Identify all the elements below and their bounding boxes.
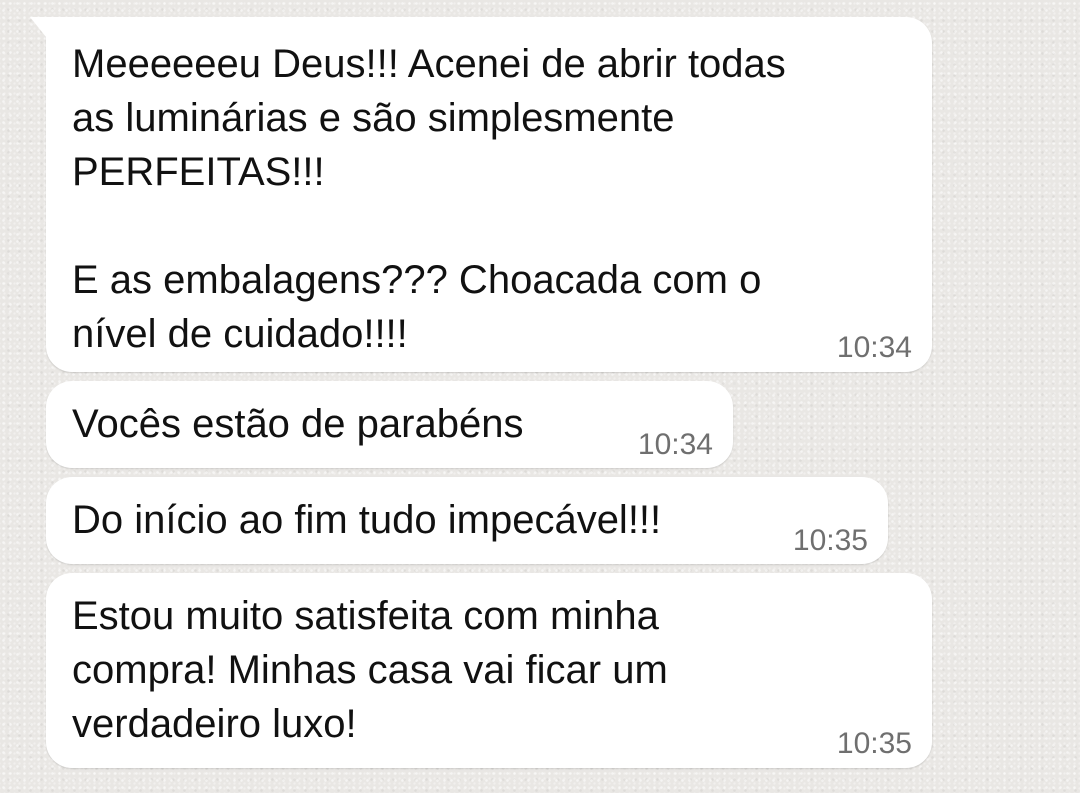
message-timestamp: 10:35 [836,727,912,760]
incoming-message-bubble[interactable]: Vocês estão de parabéns 10:34 [46,381,733,468]
incoming-message-bubble[interactable]: Do início ao fim tudo impecável!!! 10:35 [46,477,888,564]
message-text: Estou muito satisfeita com minha compra!… [72,594,668,746]
message-text: Vocês estão de parabéns [72,402,524,446]
incoming-message-bubble[interactable]: Meeeeeeu Deus!!! Acenei de abrir todas a… [30,17,932,372]
message-timestamp: 10:34 [836,331,912,364]
message-timestamp: 10:35 [792,524,868,557]
incoming-message-bubble[interactable]: Estou muito satisfeita com minha compra!… [46,573,932,768]
bubble-tail [30,17,46,37]
message-timestamp: 10:34 [637,428,713,461]
chat-conversation: Meeeeeeu Deus!!! Acenei de abrir todas a… [0,0,1080,793]
message-text: Meeeeeeu Deus!!! Acenei de abrir todas a… [72,42,786,356]
message-text: Do início ao fim tudo impecável!!! [72,498,662,542]
